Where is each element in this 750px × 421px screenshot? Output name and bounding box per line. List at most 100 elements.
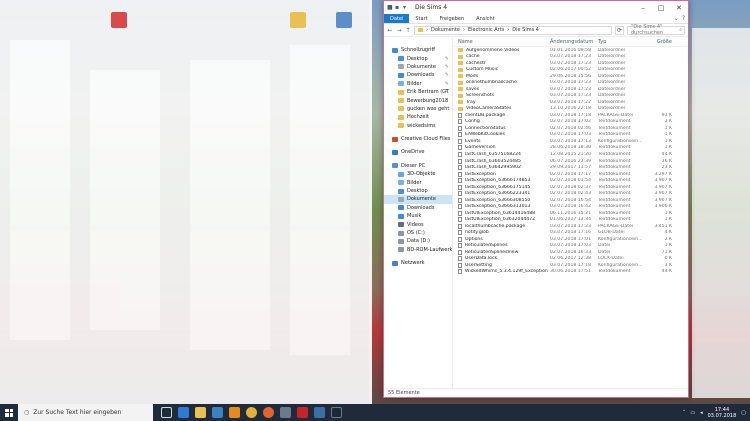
nav-item[interactable]: Downloads ✎ bbox=[384, 71, 452, 79]
file-row[interactable]: EAWebKitCookies 03.07.2018 17:03 Textdokum… bbox=[453, 132, 688, 139]
nav-item[interactable]: Dokumente ✎ bbox=[384, 63, 452, 71]
minimize-button[interactable]: – bbox=[634, 1, 652, 14]
file-row[interactable]: lastException_63666308550 02.07.2018 16:5… bbox=[453, 197, 688, 204]
help-icon[interactable]: ? bbox=[682, 15, 685, 22]
nav-item[interactable]: Hochzeit bbox=[384, 113, 452, 121]
store-icon[interactable] bbox=[212, 407, 223, 418]
breadcrumb-item[interactable]: Electronic Arts bbox=[468, 27, 504, 33]
tab-share[interactable]: Freigeben bbox=[434, 14, 471, 23]
nav-item[interactable]: Netzwerk bbox=[384, 259, 452, 267]
nav-item[interactable]: Data (D:) bbox=[384, 237, 452, 245]
file-row[interactable]: ConnectionStatus 02.07.2018 02:46 Textdoku… bbox=[453, 125, 688, 132]
task-view-icon[interactable] bbox=[161, 407, 172, 418]
file-row[interactable]: lastException_63666174853 02.07.2018 01:5… bbox=[453, 177, 688, 184]
column-header-date[interactable]: Änderungsdatum bbox=[550, 39, 598, 45]
firefox-icon[interactable] bbox=[263, 407, 274, 418]
search-input[interactable]: "Die Sims 4" durchsuchen ⌕ bbox=[627, 24, 685, 36]
file-row[interactable]: Config 03.07.2018 17:02 Textdokument 3 K bbox=[453, 119, 688, 126]
chevron-up-icon[interactable]: ˄ bbox=[683, 410, 686, 416]
tab-file[interactable]: Datei bbox=[384, 14, 410, 23]
file-row[interactable]: lastCrash_63575168224 12.08.2015 21:20 Tex… bbox=[453, 151, 688, 158]
edge-icon[interactable] bbox=[178, 407, 189, 418]
file-row[interactable]: lastException 02.07.2018 17:17 Textdokumen… bbox=[453, 171, 688, 178]
acrobat-icon[interactable] bbox=[297, 407, 308, 418]
file-row[interactable]: lastUIException_63614416488 06.11.2016 15… bbox=[453, 210, 688, 217]
folder-icon bbox=[398, 114, 404, 120]
tab-view[interactable]: Ansicht bbox=[470, 14, 500, 23]
nav-item[interactable]: wickedsims bbox=[384, 122, 452, 130]
nav-item[interactable]: gucken was geht bbox=[384, 105, 452, 113]
save-icon[interactable]: ▪ bbox=[395, 4, 401, 11]
chrome-icon[interactable] bbox=[246, 407, 257, 418]
file-row[interactable]: ReticulatedSplines 03.07.2018 17:03 Datei 1… bbox=[453, 242, 688, 249]
forward-arrow-icon[interactable]: → bbox=[396, 27, 402, 34]
file-row[interactable]: Options 03.07.2018 17:01 Konfigurationsein… bbox=[453, 236, 688, 243]
window-title: Die Sims 4 bbox=[415, 4, 448, 11]
nav-item[interactable]: Desktop ✎ bbox=[384, 54, 452, 62]
notification-icon[interactable]: ▢ bbox=[741, 410, 746, 416]
vlc-icon[interactable] bbox=[229, 407, 240, 418]
volume-icon[interactable]: ◂ bbox=[700, 410, 703, 416]
nav-item[interactable]: Downloads bbox=[384, 204, 452, 212]
nav-item[interactable]: OS (C:) bbox=[384, 229, 452, 237]
app-icon[interactable] bbox=[314, 407, 325, 418]
start-button[interactable] bbox=[0, 404, 18, 421]
folder-icon bbox=[398, 98, 404, 104]
file-row[interactable]: ReticulatedSplinesView 02.07.2018 16:33 Da… bbox=[453, 249, 688, 256]
refresh-button[interactable]: ⟳ bbox=[615, 25, 624, 35]
file-row[interactable]: lastUIException_63632044472 01.06.2017 13… bbox=[453, 216, 688, 223]
maximize-button[interactable]: □ bbox=[652, 1, 670, 14]
file-row[interactable]: lastCrash_63642995902 29.09.2017 11:57 Tex… bbox=[453, 164, 688, 171]
up-arrow-icon[interactable]: ↑ bbox=[405, 27, 411, 34]
column-header-size[interactable]: Größe bbox=[648, 39, 672, 45]
column-header-name[interactable]: Name bbox=[458, 39, 550, 45]
title-bar[interactable]: ■ ▪ ▾ Die Sims 4 – □ ✕ bbox=[384, 1, 688, 14]
desktop-shortcut-icon[interactable] bbox=[336, 12, 352, 28]
nav-item[interactable]: Bilder ✎ bbox=[384, 80, 452, 88]
file-row[interactable]: GameVersion 28.06.2018 18:30 Textdokument 1… bbox=[453, 145, 688, 152]
file-row[interactable]: clientDB.package 03.07.2018 17:18 PACKAGE-… bbox=[453, 112, 688, 119]
file-row[interactable]: WickedWhims_5.3.4.129f_Exception 30.06.20… bbox=[453, 269, 688, 276]
nav-item[interactable]: Videos bbox=[384, 220, 452, 228]
network-icon bbox=[392, 260, 398, 266]
file-row[interactable]: localthumbcache.package 03.07.2018 17:23 P… bbox=[453, 223, 688, 230]
column-header-type[interactable]: Typ bbox=[598, 39, 648, 45]
close-button[interactable]: ✕ bbox=[670, 1, 688, 14]
file-row[interactable]: lastException_63666313013 03.07.2018 16:4… bbox=[453, 203, 688, 210]
file-row[interactable]: Events 03.07.2018 17:13 Konfigurationsein.… bbox=[453, 138, 688, 145]
file-row[interactable]: notify.glob 03.07.2018 17:16 GLOB-Datei 4 K bbox=[453, 229, 688, 236]
nav-item[interactable]: Musik bbox=[384, 212, 452, 220]
steam-icon[interactable] bbox=[331, 407, 342, 418]
nav-item[interactable]: Dokumente bbox=[384, 195, 452, 204]
nav-item[interactable]: Bilder bbox=[384, 178, 452, 186]
desktop-shortcut-icon[interactable] bbox=[290, 12, 306, 28]
desktop-shortcut-icon[interactable] bbox=[111, 12, 127, 28]
breadcrumb-item[interactable]: Dokumente bbox=[431, 27, 460, 33]
clock[interactable]: 17:44 03.07.2018 bbox=[708, 407, 737, 419]
file-row[interactable]: lastCrash_63603524485 06.07.2016 23:39 Tex… bbox=[453, 158, 688, 165]
nav-item[interactable]: 3D-Objekte bbox=[384, 170, 452, 178]
nav-item[interactable]: Dieser PC bbox=[384, 162, 452, 170]
back-arrow-icon[interactable]: ← bbox=[387, 27, 393, 34]
chevron-down-icon[interactable]: ⌄ bbox=[674, 15, 679, 22]
explorer-window[interactable]: ■ ▪ ▾ Die Sims 4 – □ ✕ Datei Start Freig… bbox=[383, 0, 689, 398]
app-icon[interactable] bbox=[280, 407, 291, 418]
file-explorer-icon[interactable] bbox=[195, 407, 206, 418]
nav-item[interactable]: Schnellzugriff bbox=[384, 46, 452, 54]
breadcrumb-item[interactable]: Die Sims 4 bbox=[512, 27, 539, 33]
nav-item[interactable]: Bewerbung2018 bbox=[384, 96, 452, 104]
nav-item[interactable]: Erik Bertram (GT ✎ bbox=[384, 88, 452, 96]
taskbar-search[interactable]: ○ Zur Suche Text hier eingeben bbox=[18, 404, 153, 421]
file-row[interactable]: lastException_63666175145 02.07.2018 02:3… bbox=[453, 184, 688, 191]
nav-item[interactable]: Creative Cloud Files bbox=[384, 135, 452, 143]
nav-item[interactable]: Desktop bbox=[384, 187, 452, 195]
file-row[interactable]: UserData.lock 02.06.2017 12:38 LOCK-Datei 0… bbox=[453, 256, 688, 263]
network-icon[interactable]: ▭ bbox=[690, 410, 695, 416]
nav-item[interactable]: OneDrive bbox=[384, 148, 452, 156]
file-row[interactable]: lastException_63666223341 02.07.2018 02:4… bbox=[453, 190, 688, 197]
chevron-down-icon[interactable]: ▾ bbox=[403, 4, 409, 11]
nav-item[interactable]: BD-ROM-Laufwerk bbox=[384, 246, 452, 254]
tab-home[interactable]: Start bbox=[409, 14, 433, 23]
address-bar[interactable]: › Dokumente › Electronic Arts › Die Sims… bbox=[414, 25, 612, 35]
file-row[interactable]: UserSetting 03.07.2018 17:18 Konfiguration… bbox=[453, 262, 688, 269]
